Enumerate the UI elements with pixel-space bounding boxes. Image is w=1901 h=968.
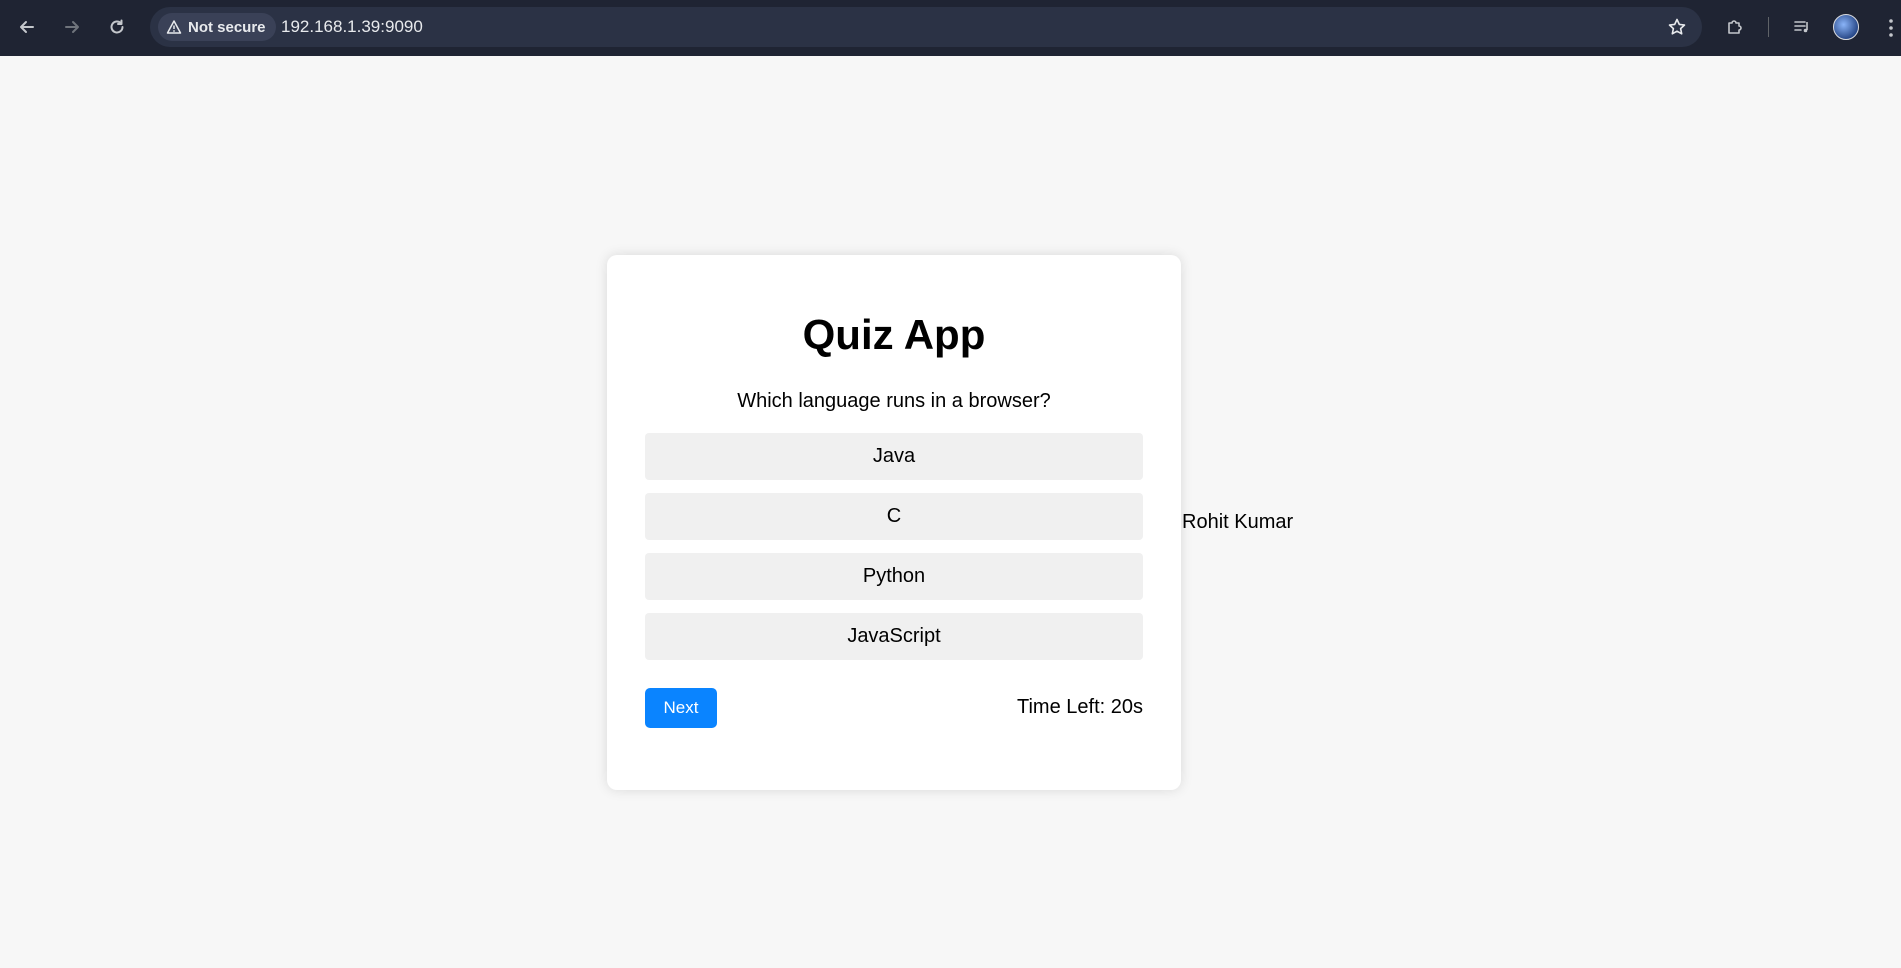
browser-toolbar: Not secure 192.168.1.39:9090 — [0, 0, 1901, 56]
url-text[interactable]: 192.168.1.39:9090 — [281, 7, 423, 47]
question-text: Which language runs in a browser? — [737, 390, 1051, 412]
star-icon — [1668, 18, 1686, 35]
back-button[interactable] — [10, 10, 44, 44]
menu-button[interactable] — [1886, 14, 1896, 42]
option-button[interactable]: Python — [645, 553, 1143, 600]
security-label: Not secure — [188, 18, 266, 36]
quiz-card: Quiz App Which language runs in a browse… — [607, 255, 1181, 790]
puzzle-icon — [1728, 20, 1742, 34]
option-button[interactable]: Java — [645, 433, 1143, 480]
arrow-left-icon — [20, 21, 34, 33]
toolbar-divider — [1768, 17, 1769, 37]
bookmark-button[interactable] — [1662, 12, 1692, 42]
option-button[interactable]: JavaScript — [645, 613, 1143, 660]
quiz-title: Quiz App — [802, 311, 986, 358]
next-button[interactable]: Next — [645, 688, 717, 728]
security-indicator[interactable]: Not secure — [158, 13, 276, 41]
options-list: Java C Python JavaScript — [645, 433, 1143, 673]
forward-button[interactable] — [55, 10, 89, 44]
arrow-right-icon — [65, 21, 79, 33]
option-button[interactable]: C — [645, 493, 1143, 540]
reload-button[interactable] — [100, 10, 134, 44]
author-name: Rohit Kumar — [1182, 511, 1294, 533]
playlist-icon — [1794, 21, 1808, 33]
media-control-button[interactable] — [1785, 10, 1819, 44]
more-vertical-icon — [1889, 19, 1893, 37]
warning-icon — [166, 20, 182, 34]
reload-icon — [110, 19, 124, 34]
timer-text: Time Left: 20s — [1017, 696, 1143, 718]
address-bar[interactable]: Not secure 192.168.1.39:9090 — [150, 7, 1702, 47]
profile-avatar[interactable] — [1833, 14, 1859, 40]
extensions-button[interactable] — [1718, 10, 1752, 44]
